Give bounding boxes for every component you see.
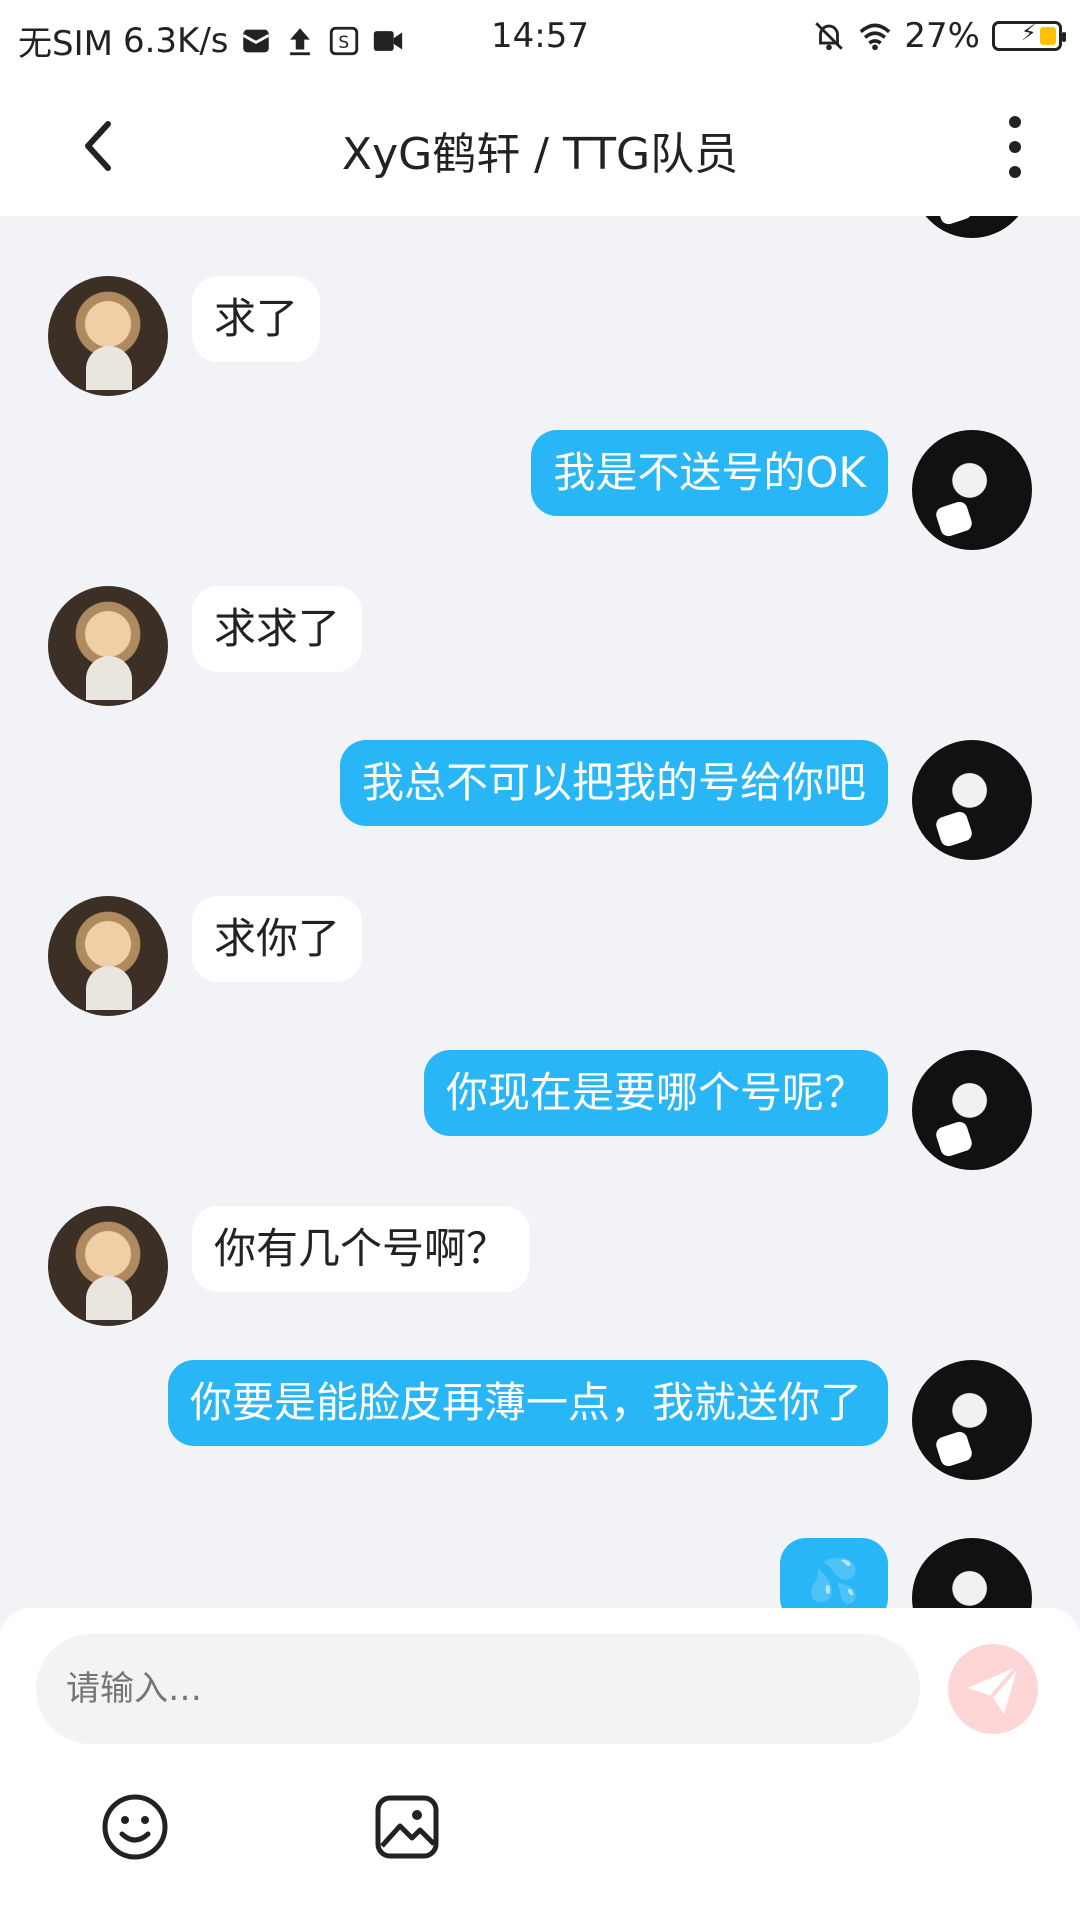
message-bubble-sent[interactable]: 你要是能脸皮再薄一点，我就送你了 [168, 1360, 888, 1446]
my-avatar[interactable] [912, 1050, 1032, 1170]
message-bubble-sent[interactable]: 💦 [779, 1538, 888, 1608]
image-icon[interactable] [372, 1792, 442, 1862]
my-avatar[interactable] [912, 216, 1032, 238]
my-avatar[interactable] [912, 1360, 1032, 1480]
send-button[interactable] [948, 1644, 1038, 1734]
message-bubble-received[interactable]: 求求了 [192, 586, 363, 672]
more-vertical-icon[interactable] [1000, 112, 1030, 182]
battery-percent: 27% [904, 16, 980, 56]
input-panel [0, 1608, 1080, 1920]
contact-avatar[interactable] [48, 586, 168, 706]
message-bubble-received[interactable]: 你有几个号啊？ [192, 1206, 531, 1292]
my-avatar[interactable] [912, 1538, 1032, 1608]
send-icon [968, 1664, 1020, 1714]
message-bubble-received[interactable]: 求你了 [192, 896, 363, 982]
message-input[interactable] [36, 1634, 920, 1744]
my-avatar[interactable] [912, 430, 1032, 550]
message-bubble-received[interactable]: 求了 [192, 276, 321, 362]
chat-header: XyG鹤轩 / TTG队员 [0, 76, 1080, 216]
chat-screen: 无SIM 6.3K/s S 14:57 27% ⚡ XyG鹤轩 / TTG队员 … [0, 0, 1080, 1920]
status-right: 27% ⚡ [812, 16, 1066, 56]
message-bubble-sent[interactable]: 我总不可以把我的号给你吧 [339, 740, 888, 826]
contact-avatar[interactable] [48, 276, 168, 396]
status-bar: 无SIM 6.3K/s S 14:57 27% ⚡ [0, 0, 1080, 76]
message-bubble-sent[interactable]: 你现在是要哪个号呢？ [423, 1050, 888, 1136]
contact-avatar[interactable] [48, 1206, 168, 1326]
wifi-icon [860, 23, 891, 51]
my-avatar[interactable] [912, 740, 1032, 860]
message-bubble-sent[interactable]: 我是不送号的OK [531, 430, 888, 516]
mute-bell-icon [815, 22, 844, 51]
contact-avatar[interactable] [48, 896, 168, 1016]
message-list[interactable]: 求了 我是不送号的OK 求求了 我总不可以把我的号给你吧 求你了 你现在是要哪个… [0, 216, 1080, 1608]
emoji-icon[interactable] [100, 1792, 170, 1862]
battery-icon: ⚡ [992, 21, 1066, 51]
chat-title: XyG鹤轩 / TTG队员 [341, 129, 739, 180]
